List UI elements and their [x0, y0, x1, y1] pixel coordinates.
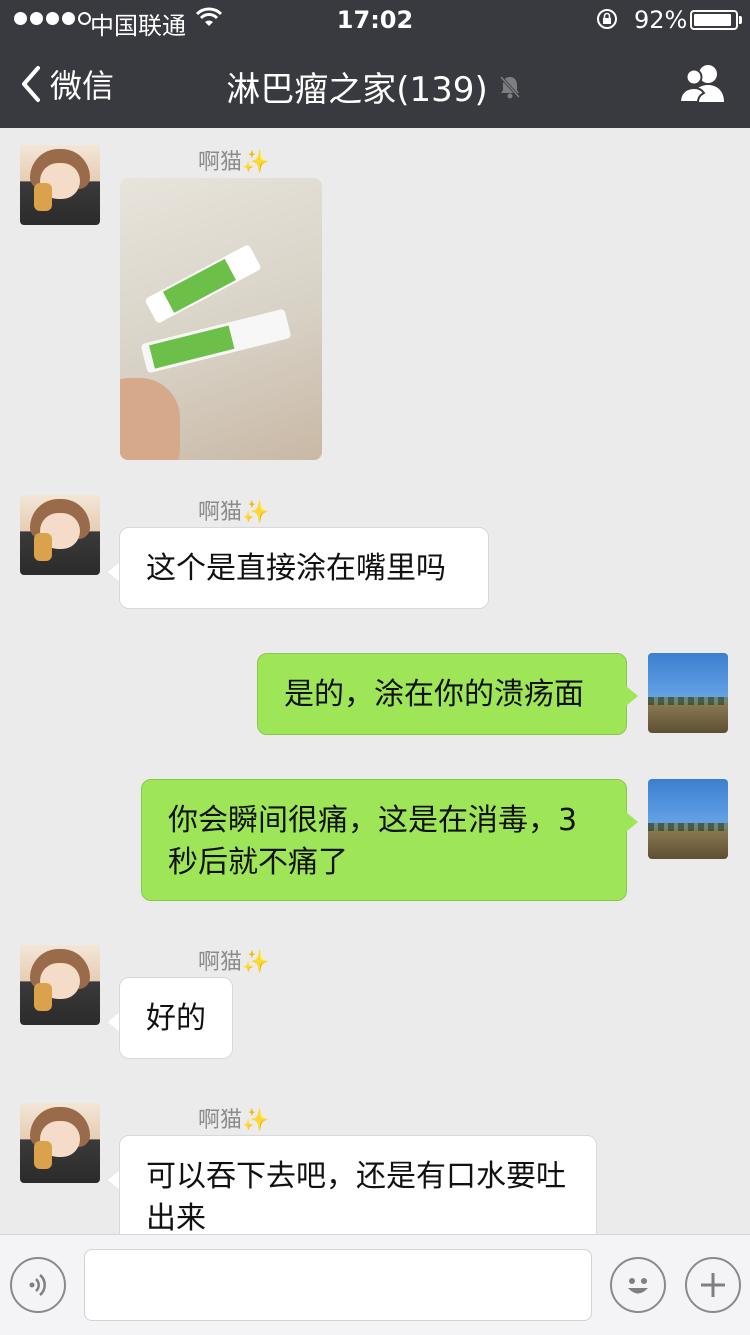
avatar[interactable] [20, 495, 100, 575]
mute-bell-icon [499, 75, 520, 98]
text-message[interactable]: 你会瞬间很痛，这是在消毒，3秒后就不痛了 [141, 779, 627, 901]
avatar[interactable] [648, 653, 728, 733]
sender-name: 啊猫✨ [198, 500, 270, 525]
text-message[interactable]: 好的 [119, 977, 233, 1059]
message-row: 是的，涂在你的溃疡面 [0, 643, 750, 743]
plus-icon [701, 1273, 725, 1297]
message-row: 啊猫✨ [0, 128, 750, 478]
group-members-icon[interactable] [678, 62, 728, 106]
text-message[interactable]: 是的，涂在你的溃疡面 [257, 653, 627, 735]
product-tube [144, 243, 262, 325]
message-input[interactable] [84, 1249, 592, 1321]
voice-icon [29, 1274, 46, 1296]
battery-percentage: 92% [634, 6, 688, 34]
chat-title-area: 淋巴瘤之家(139) [0, 62, 750, 111]
emoji-icon [628, 1278, 648, 1294]
message-row: 啊猫✨ 可以吞下去吧，还是有口水要吐出来 [0, 1086, 750, 1234]
avatar[interactable] [648, 779, 728, 859]
text-message[interactable]: 可以吞下去吧，还是有口水要吐出来 [119, 1135, 597, 1234]
chat-area[interactable]: 啊猫✨ 啊猫✨ 这个是直接涂在嘴里吗 是的，涂在你的溃疡面 你会瞬间很痛，这是在… [0, 128, 750, 1234]
message-row: 啊猫✨ 好的 [0, 928, 750, 1068]
plus-button[interactable] [685, 1257, 741, 1313]
sender-name: 啊猫✨ [198, 150, 270, 175]
avatar[interactable] [20, 145, 100, 225]
battery-level [694, 14, 731, 26]
bubble-tail [626, 812, 638, 832]
nav-bar: 微信 淋巴瘤之家(139) [0, 40, 750, 128]
top-bar: 中国联通 17:02 92% 微信 淋巴瘤之家(139) [0, 0, 750, 128]
input-bar [0, 1234, 750, 1335]
voice-button[interactable] [10, 1257, 66, 1313]
bubble-tail [626, 686, 638, 706]
message-row: 啊猫✨ 这个是直接涂在嘴里吗 [0, 478, 750, 618]
rotation-lock-icon [597, 9, 617, 29]
battery-cap [739, 16, 742, 24]
avatar[interactable] [20, 1103, 100, 1183]
chat-title: 淋巴瘤之家(139) [226, 70, 488, 110]
image-message[interactable] [120, 178, 322, 460]
avatar[interactable] [20, 945, 100, 1025]
emoji-button[interactable] [610, 1257, 666, 1313]
sender-name: 啊猫✨ [198, 950, 270, 975]
avatar-trees [648, 697, 728, 705]
battery-icon [690, 10, 738, 30]
message-row: 你会瞬间很痛，这是在消毒，3秒后就不痛了 [0, 769, 750, 909]
hand [120, 378, 180, 460]
text-message[interactable]: 这个是直接涂在嘴里吗 [119, 527, 489, 609]
sender-name: 啊猫✨ [198, 1108, 270, 1133]
avatar-toy [34, 183, 52, 211]
status-bar: 中国联通 17:02 92% [0, 0, 750, 40]
